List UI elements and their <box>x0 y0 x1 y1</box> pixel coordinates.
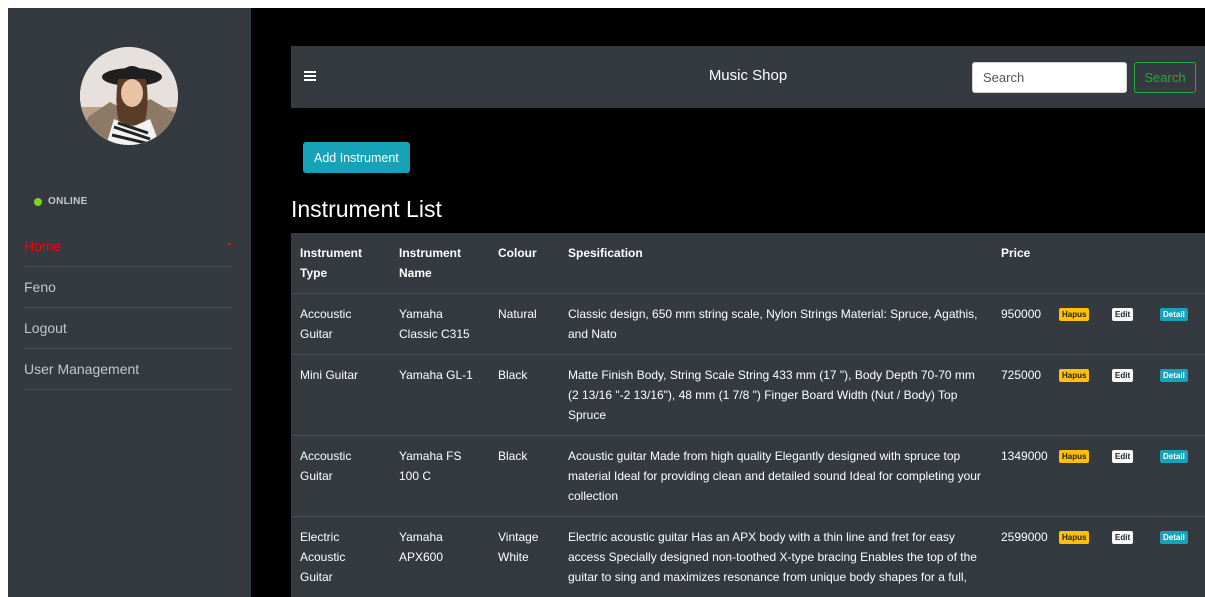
top-navbar: Music Shop Search <box>291 46 1205 108</box>
table-row: Mini Guitar Yamaha GL-1 Black Matte Fini… <box>291 354 1205 436</box>
add-instrument-button[interactable]: Add Instrument <box>303 142 410 173</box>
delete-button[interactable]: Hapus <box>1059 531 1090 544</box>
column-header: Instrument Type <box>300 246 363 280</box>
cell-colour: Natural <box>489 293 559 355</box>
edit-button[interactable]: Edit <box>1112 369 1134 382</box>
sidebar-item-label: User Management <box>24 361 140 377</box>
cell-colour: Vintage White <box>489 516 559 597</box>
sidebar-item-logout[interactable]: Logout <box>24 308 232 349</box>
main-content: Music Shop Search Add Instrument Instrum… <box>291 46 1205 597</box>
cell-spec: Acoustic guitar Made from high quality E… <box>559 435 992 517</box>
cell-name: Yamaha FS 100 C <box>390 435 489 517</box>
app-frame: ONLINE Home Feno Logout User Management … <box>8 8 1205 597</box>
cell-type: Accoustic Guitar <box>291 435 390 517</box>
table-row: Accoustic Guitar Yamaha Classic C315 Nat… <box>291 293 1205 355</box>
avatar-image <box>80 47 178 145</box>
detail-button[interactable]: Detail <box>1160 531 1188 544</box>
sidebar-item-user-management[interactable]: User Management <box>24 349 232 390</box>
sidebar-item-label: Feno <box>24 279 56 295</box>
sidebar-item-feno[interactable]: Feno <box>24 267 232 308</box>
cell-spec: Electric acoustic guitar Has an APX body… <box>559 516 992 597</box>
online-dot-icon <box>34 197 42 206</box>
cell-spec: Classic design, 650 mm string scale, Nyl… <box>559 293 992 355</box>
instrument-table: Instrument Type Instrument Name Colour S… <box>291 233 1205 597</box>
sidebar-item-label: Home <box>24 238 62 254</box>
column-header: Price <box>1001 246 1031 260</box>
column-header: Instrument Name <box>399 246 462 280</box>
detail-button[interactable]: Detail <box>1160 450 1188 463</box>
cell-name: Yamaha Classic C315 <box>390 293 489 355</box>
cell-price: 725000 <box>992 354 1050 436</box>
user-avatar[interactable] <box>80 47 178 145</box>
page-title: Instrument List <box>291 196 442 222</box>
status-label: ONLINE <box>48 196 88 207</box>
caret-down-icon <box>226 243 232 246</box>
cell-colour: Black <box>489 435 559 517</box>
detail-button[interactable]: Detail <box>1160 369 1188 382</box>
cell-colour: Black <box>489 354 559 436</box>
edit-button[interactable]: Edit <box>1112 450 1134 463</box>
search-button[interactable]: Search <box>1134 62 1196 93</box>
table-header-row: Instrument Type Instrument Name Colour S… <box>291 233 1205 294</box>
edit-button[interactable]: Edit <box>1112 308 1134 321</box>
cell-name: Yamaha APX600 <box>390 516 489 597</box>
cell-type: Accoustic Guitar <box>291 293 390 355</box>
cell-name: Yamaha GL-1 <box>390 354 489 436</box>
edit-button[interactable]: Edit <box>1112 531 1134 544</box>
column-header: Colour <box>498 246 537 260</box>
table-row: Accoustic Guitar Yamaha FS 100 C Black A… <box>291 435 1205 517</box>
cell-spec: Matte Finish Body, String Scale String 4… <box>559 354 992 436</box>
sidebar-menu: Home Feno Logout User Management <box>24 226 232 390</box>
detail-button[interactable]: Detail <box>1160 308 1188 321</box>
cell-type: Mini Guitar <box>291 354 390 436</box>
table-row: Electric Acoustic Guitar Yamaha APX600 V… <box>291 516 1205 597</box>
cell-price: 2599000 <box>992 516 1050 597</box>
cell-type: Electric Acoustic Guitar <box>291 516 390 597</box>
cell-price: 950000 <box>992 293 1050 355</box>
delete-button[interactable]: Hapus <box>1059 450 1090 463</box>
online-status: ONLINE <box>34 196 88 207</box>
search-input[interactable] <box>972 62 1127 93</box>
delete-button[interactable]: Hapus <box>1059 308 1090 321</box>
delete-button[interactable]: Hapus <box>1059 369 1090 382</box>
cell-price: 1349000 <box>992 435 1050 517</box>
sidebar: ONLINE Home Feno Logout User Management <box>8 8 251 597</box>
sidebar-item-label: Logout <box>24 320 67 336</box>
sidebar-item-home[interactable]: Home <box>24 226 232 267</box>
column-header: Spesification <box>568 246 643 260</box>
